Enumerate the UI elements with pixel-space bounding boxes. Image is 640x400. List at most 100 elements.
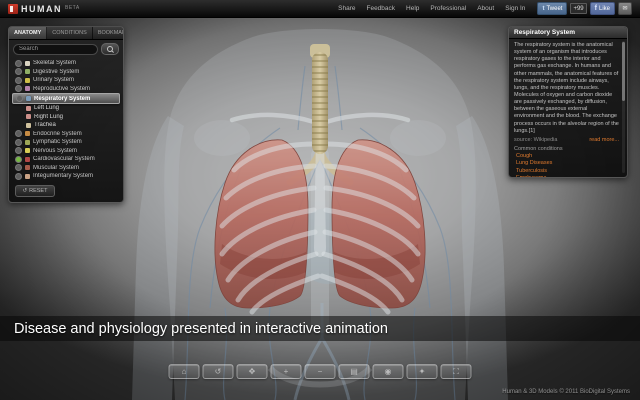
snapshot-icon[interactable]: ◉ bbox=[372, 364, 404, 379]
system-label: Nervous System bbox=[33, 147, 78, 154]
system-label: Cardiovascular System bbox=[33, 156, 95, 163]
info-panel-body: The respiratory system is the anatomical… bbox=[514, 42, 619, 134]
tab-bookmarks[interactable]: BOOKMARKS bbox=[93, 27, 123, 39]
reset-button[interactable]: ↺ RESET bbox=[15, 184, 55, 197]
system-label: Reproductive System bbox=[33, 85, 91, 92]
system-color-swatch bbox=[26, 96, 31, 101]
system-color-swatch bbox=[25, 148, 30, 154]
sidebar-item-cardiovascular-system[interactable]: Cardiovascular System bbox=[12, 155, 120, 164]
system-color-swatch bbox=[25, 60, 30, 66]
organ-label: Right Lung bbox=[34, 113, 64, 120]
zoom-out-icon[interactable]: − bbox=[304, 364, 336, 379]
anatomy-3d-viewport[interactable] bbox=[130, 8, 510, 400]
visibility-icon[interactable] bbox=[15, 138, 22, 146]
twitter-icon: t bbox=[542, 5, 545, 12]
reset-label: RESET bbox=[29, 187, 48, 194]
menu-item-sign-in[interactable]: Sign In bbox=[505, 5, 525, 12]
system-color-swatch bbox=[25, 173, 30, 179]
settings-icon[interactable]: ✦ bbox=[406, 364, 438, 379]
search-input[interactable] bbox=[13, 43, 98, 55]
menu-item-share[interactable]: Share bbox=[338, 5, 355, 12]
fullscreen-icon[interactable]: ⛶ bbox=[440, 364, 472, 379]
visibility-icon[interactable] bbox=[15, 85, 22, 93]
search-button[interactable] bbox=[101, 43, 119, 55]
sidebar-item-urinary-system[interactable]: Urinary System bbox=[12, 76, 120, 85]
visibility-icon[interactable] bbox=[15, 172, 22, 180]
tab-conditions[interactable]: CONDITIONS bbox=[47, 27, 93, 39]
system-label: Respiratory System bbox=[34, 95, 91, 102]
system-color-swatch bbox=[25, 156, 30, 162]
visibility-icon[interactable] bbox=[15, 130, 22, 138]
like-button-label: Like bbox=[598, 5, 610, 12]
menu-item-about[interactable]: About bbox=[477, 5, 494, 12]
info-panel-title: Respiratory System bbox=[509, 27, 627, 39]
biodigital-logo-icon bbox=[8, 3, 18, 14]
system-label: Skeletal System bbox=[33, 60, 77, 67]
sidebar-item-muscular-system[interactable]: Muscular System bbox=[12, 164, 120, 173]
system-label: Urinary System bbox=[33, 77, 75, 84]
sidebar-item-endocrine-system[interactable]: Endocrine System bbox=[12, 130, 120, 139]
visibility-icon[interactable] bbox=[15, 59, 22, 67]
source-line: source: Wikipedia read more... bbox=[509, 136, 627, 144]
visibility-icon[interactable] bbox=[15, 76, 22, 84]
condition-link-emphysema[interactable]: Emphysema bbox=[516, 175, 619, 177]
social-buttons: t Tweet +99 f Like ✉ bbox=[537, 2, 632, 15]
sidebar-item-integumentary-system[interactable]: Integumentary System bbox=[12, 172, 120, 181]
system-label: Muscular System bbox=[33, 164, 80, 171]
sidebar-item-reproductive-system[interactable]: Reproductive System bbox=[12, 85, 120, 94]
sidebar-item-respiratory-system[interactable]: Respiratory System bbox=[12, 93, 120, 104]
sidebar-item-digestive-system[interactable]: Digestive System bbox=[12, 68, 120, 77]
source-label: source: Wikipedia bbox=[514, 136, 558, 143]
system-label: Endocrine System bbox=[33, 130, 82, 137]
visibility-icon[interactable] bbox=[15, 164, 22, 172]
facebook-icon: f bbox=[594, 5, 597, 12]
menu-item-professional[interactable]: Professional bbox=[430, 5, 466, 12]
tab-anatomy[interactable]: ANATOMY bbox=[9, 27, 48, 39]
conditions-list: Cough Lung Diseases Tuberculosis Emphyse… bbox=[509, 153, 627, 177]
organ-color-swatch bbox=[26, 105, 31, 111]
visibility-icon[interactable] bbox=[15, 147, 22, 155]
sidebar-item-trachea[interactable]: Trachea bbox=[12, 121, 120, 130]
promo-banner-text: Disease and physiology presented in inte… bbox=[14, 320, 388, 337]
home-view-icon[interactable]: ⌂ bbox=[168, 364, 200, 379]
condition-link-tuberculosis[interactable]: Tuberculosis bbox=[516, 168, 619, 175]
condition-link-lung-diseases[interactable]: Lung Diseases bbox=[516, 160, 619, 167]
reset-icon: ↺ bbox=[22, 187, 28, 194]
menu-item-help[interactable]: Help bbox=[406, 5, 419, 12]
system-color-swatch bbox=[25, 165, 30, 171]
tweet-button[interactable]: t Tweet bbox=[537, 2, 568, 15]
app-title: HUMAN bbox=[21, 3, 62, 14]
sidebar-item-nervous-system[interactable]: Nervous System bbox=[12, 147, 120, 156]
promo-banner: Disease and physiology presented in inte… bbox=[0, 316, 640, 341]
system-label: Integumentary System bbox=[33, 173, 94, 180]
zoom-in-icon[interactable]: + bbox=[270, 364, 302, 379]
info-panel: Respiratory System The respiratory syste… bbox=[508, 26, 628, 178]
read-more-link[interactable]: read more... bbox=[589, 137, 619, 143]
visibility-icon[interactable] bbox=[15, 68, 22, 76]
sidebar-item-skeletal-system[interactable]: Skeletal System bbox=[12, 59, 120, 68]
sidebar-item-left-lung[interactable]: Left Lung bbox=[12, 104, 120, 113]
visibility-icon[interactable] bbox=[15, 155, 22, 163]
email-share-button[interactable]: ✉ bbox=[618, 2, 632, 15]
sidebar-item-right-lung[interactable]: Right Lung bbox=[12, 113, 120, 122]
menu-item-feedback[interactable]: Feedback bbox=[366, 5, 395, 12]
sidebar-item-lymphatic-system[interactable]: Lymphatic System bbox=[12, 138, 120, 147]
tweet-count-badge[interactable]: +99 bbox=[570, 3, 587, 14]
condition-link-cough[interactable]: Cough bbox=[516, 153, 619, 160]
systems-list: Skeletal System Digestive System Urinary… bbox=[9, 58, 123, 182]
layers-icon[interactable]: ▤ bbox=[338, 364, 370, 379]
scrollbar-thumb[interactable] bbox=[622, 42, 625, 102]
sidebar-tabs: ANATOMY CONDITIONS BOOKMARKS bbox=[9, 27, 123, 40]
app-logo[interactable]: HUMAN BETA bbox=[8, 3, 80, 14]
system-label: Digestive System bbox=[33, 68, 80, 75]
visibility-icon[interactable] bbox=[16, 95, 23, 102]
info-panel-scrollbar[interactable] bbox=[622, 41, 625, 173]
system-color-swatch bbox=[25, 139, 30, 145]
system-color-swatch bbox=[25, 131, 30, 137]
rotate-icon[interactable]: ↺ bbox=[202, 364, 234, 379]
organ-label: Left Lung bbox=[34, 105, 60, 112]
pan-icon[interactable]: ✥ bbox=[236, 364, 268, 379]
facebook-like-button[interactable]: f Like bbox=[589, 2, 615, 15]
organ-color-swatch bbox=[26, 122, 31, 128]
system-label: Lymphatic System bbox=[33, 139, 82, 146]
